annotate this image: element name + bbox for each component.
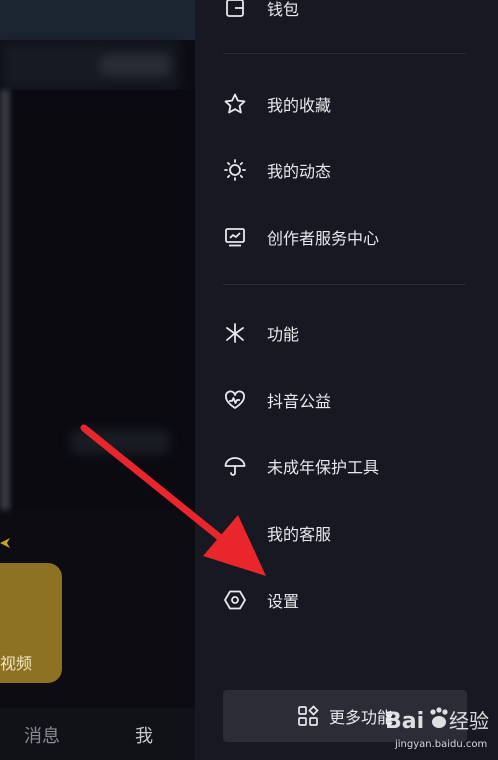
menu-item-label: 设置 [267,592,300,611]
watermark-url: jingyan.baidu.com [395,739,488,750]
menu-item-charity[interactable]: 抖音公益 [223,380,473,420]
menu-item-label: 功能 [267,325,300,344]
menu-item-label: 钱包 [267,0,300,19]
background-blur-region [100,55,170,75]
monitor-chart-icon [223,225,247,249]
headset-icon [223,521,247,545]
divider [223,53,466,54]
menu-item-label: 抖音公益 [267,392,332,411]
sparkle-icon [0,538,10,548]
baidu-watermark: Bai 经验 [385,702,495,742]
menu-item-label: 我的收藏 [267,96,332,115]
menu-item-label: 我的客服 [267,525,332,544]
tab-messages[interactable]: 消息 [24,722,60,748]
svg-text:经验: 经验 [449,709,489,733]
grid-diamond-icon [297,705,319,727]
menu-item-label: 未成年保护工具 [267,458,380,477]
wallet-icon [223,0,247,20]
sun-icon [223,158,247,182]
background-app: 视频 消息 我 [0,0,195,760]
svg-text:Bai: Bai [385,709,424,734]
divider [223,284,466,285]
menu-item-settings[interactable]: 设置 [223,580,473,620]
baidu-paw-logo: Bai 经验 [385,707,489,734]
background-edge [0,90,10,510]
hexagon-settings-icon [223,588,247,612]
umbrella-icon [223,454,247,478]
background-blur-region [70,430,170,454]
tab-me[interactable]: 我 [135,722,153,748]
menu-item-label: 我的动态 [267,162,332,181]
menu-item-favorites[interactable]: 我的收藏 [223,84,473,124]
menu-item-features[interactable]: 功能 [223,313,473,353]
heart-pulse-icon [223,388,247,412]
menu-item-my-activity[interactable]: 我的动态 [223,150,473,190]
more-features-label: 更多功能 [328,708,393,727]
background-top-strip [0,0,195,40]
gold-card-label: 视频 [0,654,33,673]
menu-item-minor-protection[interactable]: 未成年保护工具 [223,446,473,486]
menu-item-wallet[interactable]: 钱包 [223,0,473,28]
star-icon [223,92,247,116]
menu-item-label: 创作者服务中心 [267,229,380,248]
side-drawer: 钱包 我的收藏 我的动态 创作者服务中心 功能 抖音公益 未成年保护工具 我的客… [195,0,498,760]
menu-item-customer-service[interactable]: 我的客服 [223,513,473,553]
sparkle-icon [223,321,247,345]
menu-item-creator-center[interactable]: 创作者服务中心 [223,217,473,257]
